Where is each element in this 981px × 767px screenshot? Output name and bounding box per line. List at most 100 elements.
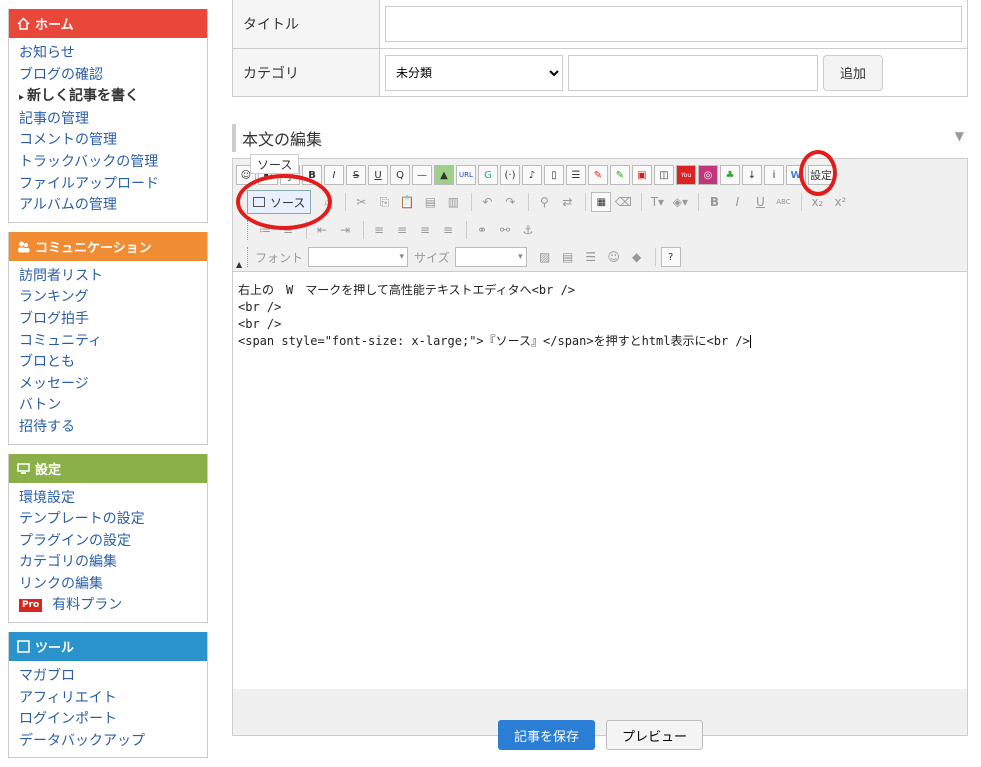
sidebar-item-category-edit[interactable]: カテゴリの編集 (19, 552, 207, 574)
ordered-list-icon[interactable]: ≔ (255, 220, 275, 240)
subscript-icon[interactable]: x₂ (807, 192, 827, 212)
sidebar-item-messages[interactable]: メッセージ (19, 374, 207, 396)
sidebar-item-link-edit[interactable]: リンクの編集 (19, 574, 207, 596)
underline2-icon[interactable]: U (750, 192, 770, 212)
insert-image-icon[interactable]: ▨ (535, 247, 555, 267)
hr-icon[interactable]: — (412, 165, 432, 185)
align-justify-icon[interactable]: ≡ (438, 220, 458, 240)
pen-icon[interactable]: ✎ (610, 165, 630, 185)
table-icon[interactable]: ▤ (558, 247, 578, 267)
evernote-icon[interactable]: ♣ (720, 165, 740, 185)
sidebar-item-paid-plan[interactable]: Pro 有料プラン (19, 595, 207, 617)
undo-icon[interactable]: ↶ (477, 192, 497, 212)
quote-icon[interactable]: Q (390, 165, 410, 185)
sidebar-item-log-import[interactable]: ログインポート (19, 709, 207, 731)
marker-icon[interactable]: ✎ (588, 165, 608, 185)
align-right-icon[interactable]: ≡ (415, 220, 435, 240)
youtube-icon[interactable]: You (676, 165, 696, 185)
search-icon[interactable]: ⌕ (317, 192, 337, 212)
horizontal-rule-icon[interactable]: ☰ (581, 247, 601, 267)
sidebar-item-manage-posts[interactable]: 記事の管理 (19, 109, 207, 131)
save-post-button[interactable]: 記事を保存 (498, 720, 595, 750)
sidebar-item-magablo[interactable]: マガブロ (19, 666, 207, 688)
redo-icon[interactable]: ↷ (500, 192, 520, 212)
wysiwyg-w-icon[interactable]: W (786, 165, 806, 185)
sidebar-item-blog-check[interactable]: ブログの確認 (19, 65, 207, 87)
panel-community-header: コミュニケーション (9, 231, 207, 261)
align-left-icon[interactable]: ≡ (369, 220, 389, 240)
sidebar-item-news[interactable]: お知らせ (19, 43, 207, 65)
collapse-triangle-icon[interactable]: ▼ (955, 129, 964, 143)
editor-content-area[interactable]: 右上の W マークを押して高性能テキストエディタへ<br /> <br /> <… (233, 271, 967, 689)
info-icon[interactable]: i (764, 165, 784, 185)
sidebar-item-template[interactable]: テンプレートの設定 (19, 509, 207, 531)
category-select[interactable]: 未分類 (385, 54, 563, 91)
align-center-icon[interactable]: ≡ (392, 220, 412, 240)
select-all-icon[interactable]: ▦ (591, 192, 612, 212)
paste-word-icon[interactable]: ▥ (443, 192, 463, 212)
sound-icon[interactable]: (·) (500, 165, 520, 185)
bullet-list-icon[interactable]: ≡ (278, 220, 298, 240)
sidebar-item-plugin[interactable]: プラグインの設定 (19, 531, 207, 553)
anchor-icon[interactable]: ⚓ (518, 220, 538, 240)
copy-icon[interactable]: ⎘ (374, 192, 394, 212)
eraser-icon[interactable]: ⌫ (613, 192, 633, 212)
sidebar-item-ranking[interactable]: ランキング (19, 287, 207, 309)
unlink-icon[interactable]: ⚯ (495, 220, 515, 240)
bold-icon[interactable]: B (302, 165, 322, 185)
sidebar-item-file-upload[interactable]: ファイルアップロード (19, 174, 207, 196)
sidebar-item-visitors[interactable]: 訪問者リスト (19, 266, 207, 288)
cut-icon[interactable]: ✂ (351, 192, 371, 212)
link-icon[interactable]: ⚭ (472, 220, 492, 240)
google-icon[interactable]: G (478, 165, 498, 185)
image-icon[interactable]: ▲ (434, 165, 454, 185)
sidebar-item-manage-comments[interactable]: コメントの管理 (19, 130, 207, 152)
italic-icon[interactable]: I (324, 165, 344, 185)
find-icon[interactable]: ⚲ (534, 192, 554, 212)
help-icon[interactable]: ? (660, 247, 681, 267)
indent-icon[interactable]: ⇥ (335, 220, 355, 240)
tv2-icon[interactable]: ◫ (654, 165, 674, 185)
toolbar-collapse-icon[interactable]: ▲ (236, 260, 242, 269)
sidebar-item-community[interactable]: コミュニティ (19, 331, 207, 353)
sidebar-item-environment[interactable]: 環境設定 (19, 488, 207, 510)
preview-button[interactable]: プレビュー (606, 720, 703, 750)
sidebar-item-manage-trackbacks[interactable]: トラックバックの管理 (19, 152, 207, 174)
smiley-icon[interactable]: ☺ (604, 247, 624, 267)
bold2-icon[interactable]: B (704, 192, 724, 212)
box-icon[interactable]: ◆ (627, 247, 647, 267)
sidebar-item-invite[interactable]: 招待する (19, 417, 207, 439)
sidebar-item-blotomo[interactable]: ブロとも (19, 352, 207, 374)
instagram-icon[interactable]: ◎ (698, 165, 718, 185)
text-color-icon[interactable]: T▾ (647, 192, 667, 212)
sidebar-item-affiliate[interactable]: アフィリエイト (19, 688, 207, 710)
italic2-icon[interactable]: I (727, 192, 747, 212)
underline-icon[interactable]: U (368, 165, 388, 185)
download-icon[interactable]: ↓ (742, 165, 762, 185)
settings-button[interactable]: 設定 (808, 165, 834, 185)
sidebar-item-manage-albums[interactable]: アルバムの管理 (19, 195, 207, 217)
sidebar-item-applause[interactable]: ブログ拍手 (19, 309, 207, 331)
font-select[interactable]: ▾ (308, 247, 409, 267)
sidebar-item-baton[interactable]: バトン (19, 395, 207, 417)
strike-icon[interactable]: S (346, 165, 366, 185)
sidebar-item-data-backup[interactable]: データバックアップ (19, 731, 207, 753)
replace-icon[interactable]: ⇄ (557, 192, 577, 212)
bg-color-icon[interactable]: ◈▾ (670, 192, 690, 212)
new-category-input[interactable] (568, 54, 818, 91)
title-input[interactable] (385, 6, 962, 42)
list-icon[interactable]: ☰ (566, 165, 586, 185)
size-select[interactable]: ▾ (454, 247, 527, 267)
outdent-icon[interactable]: ⇤ (312, 220, 332, 240)
paste-text-icon[interactable]: ▤ (420, 192, 440, 212)
sidebar-item-new-post[interactable]: 新しく記事を書く (19, 86, 207, 109)
tv-icon[interactable]: ▣ (632, 165, 652, 185)
url-icon[interactable]: URL (456, 165, 476, 185)
add-category-button[interactable]: 追加 (823, 54, 883, 91)
music-icon[interactable]: ♪ (522, 165, 542, 185)
superscript-icon[interactable]: x² (830, 192, 850, 212)
strike2-icon[interactable]: ABC (773, 192, 793, 212)
doc-icon[interactable]: ▯ (544, 165, 564, 185)
paste-icon[interactable]: 📋 (397, 192, 417, 212)
source-button[interactable]: ソース (247, 190, 312, 214)
